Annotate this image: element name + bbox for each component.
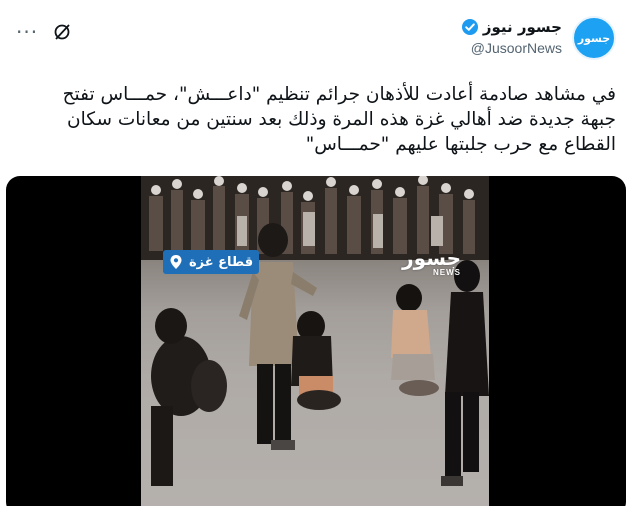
tweet-text: في مشاهد صادمة أعادت للأذهان جرائم تنظيم…: [62, 84, 616, 155]
display-name-row[interactable]: جسور نيوز: [461, 18, 562, 36]
watermark-logo: جسور NEWS: [402, 248, 461, 277]
avatar[interactable]: جسور: [572, 16, 616, 60]
author-names: جسور نيوز @JusoorNews: [461, 18, 562, 56]
tweet-media[interactable]: قطاع غزة جسور NEWS: [6, 176, 626, 506]
tweet-actions: ···: [16, 22, 72, 42]
watermark-text: جسور: [402, 246, 461, 270]
tweet-card[interactable]: ··· جسور نيوز @JusoorNews جسور في مشاهد …: [0, 0, 632, 506]
location-label: قطاع غزة: [189, 254, 254, 270]
grok-icon[interactable]: [52, 22, 72, 42]
video-scene: [141, 176, 489, 506]
more-icon[interactable]: ···: [16, 22, 38, 42]
location-badge: قطاع غزة: [163, 250, 260, 274]
tweet-header: ··· جسور نيوز @JusoorNews جسور: [16, 14, 616, 66]
verified-icon: [461, 19, 478, 35]
tweet-author: جسور نيوز @JusoorNews جسور: [461, 14, 616, 60]
pin-icon: [170, 255, 182, 269]
author-handle[interactable]: @JusoorNews: [461, 40, 562, 56]
author-display-name[interactable]: جسور نيوز: [483, 18, 562, 36]
video-frame[interactable]: قطاع غزة جسور NEWS: [141, 176, 489, 506]
avatar-logo-text: جسور: [577, 31, 611, 45]
